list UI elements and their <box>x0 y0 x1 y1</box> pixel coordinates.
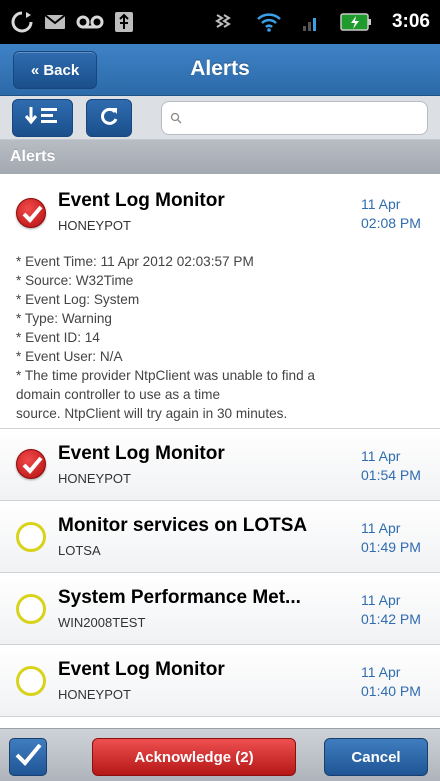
sync-icon <box>10 10 34 34</box>
signal-icon <box>302 12 320 32</box>
checked-icon[interactable] <box>16 449 46 479</box>
detail-line: * Event Log: System <box>16 292 140 307</box>
alert-source: HONEYPOT <box>58 687 131 702</box>
alert-time: 01:42 PM <box>361 611 421 627</box>
back-button[interactable]: « Back <box>13 51 97 89</box>
search-input[interactable] <box>186 103 427 133</box>
mail-icon <box>44 13 66 31</box>
alerts-screen: 3:06 Alerts « Back Alerts Event Log Moni… <box>0 0 440 781</box>
select-all-button[interactable] <box>9 738 47 776</box>
list-item[interactable]: Event Log Monitor HONEYPOT 11 Apr 01:40 … <box>0 645 440 717</box>
alert-date: 11 Apr <box>361 664 401 680</box>
alert-title: Event Log Monitor <box>58 190 225 211</box>
checked-icon[interactable] <box>16 198 46 228</box>
status-bar: 3:06 <box>0 0 440 44</box>
detail-line: domain controller to use as a time <box>16 387 221 402</box>
alert-date: 11 Apr <box>361 196 401 212</box>
vibrate-icon <box>214 11 236 33</box>
alert-source: LOTSA <box>58 543 101 558</box>
alert-source: HONEYPOT <box>58 471 131 486</box>
voicemail-icon <box>76 14 104 30</box>
detail-line: * Event User: N/A <box>16 349 123 364</box>
alert-time: 01:54 PM <box>361 467 421 483</box>
alert-title: System Performance Met... <box>58 587 301 608</box>
alert-list: Event Log Monitor HONEYPOT 11 Apr 02:08 … <box>0 174 440 728</box>
alert-title: Event Log Monitor <box>58 443 225 464</box>
bottom-action-bar: Acknowledge (2) Cancel <box>0 728 440 781</box>
list-item[interactable]: Event Log Monitor HONEYPOT 11 Apr 02:08 … <box>0 174 440 429</box>
wifi-icon <box>256 12 282 32</box>
detail-line: * Source: W32Time <box>16 273 134 288</box>
unchecked-circle-icon[interactable] <box>16 666 46 696</box>
toolbar <box>0 96 440 140</box>
alert-title: Monitor services on LOTSA <box>58 515 308 536</box>
battery-icon <box>340 12 372 32</box>
detail-line: * Type: Warning <box>16 311 112 326</box>
alert-source: WIN2008TEST <box>58 615 146 630</box>
checkmark-icon <box>13 742 43 772</box>
alert-time: 02:08 PM <box>361 215 421 231</box>
alert-date: 11 Apr <box>361 520 401 536</box>
refresh-button[interactable] <box>86 99 132 137</box>
detail-line: * The time provider NtpClient was unable… <box>16 368 315 383</box>
alert-title: Event Log Monitor <box>58 659 225 680</box>
usb-icon <box>114 11 134 33</box>
title-bar: Alerts « Back <box>0 44 440 96</box>
alert-date: 11 Apr <box>361 592 401 608</box>
unchecked-circle-icon[interactable] <box>16 594 46 624</box>
clock: 3:06 <box>391 11 430 32</box>
list-item[interactable]: Event Log Monitor HONEYPOT 11 Apr 01:54 … <box>0 429 440 501</box>
acknowledge-button[interactable]: Acknowledge (2) <box>92 738 296 776</box>
detail-line: source. NtpClient will try again in 30 m… <box>16 406 288 421</box>
detail-line: * Event Time: 11 Apr 2012 02:03:57 PM <box>16 254 254 269</box>
alert-details: * Event Time: 11 Apr 2012 02:03:57 PM * … <box>16 252 430 423</box>
detail-line: * Event ID: 14 <box>16 330 100 345</box>
alert-time: 01:49 PM <box>361 539 421 555</box>
sort-button[interactable] <box>12 99 73 137</box>
list-item[interactable]: System Performance Met... WIN2008TEST 11… <box>0 573 440 645</box>
sort-icon <box>24 105 61 131</box>
cancel-button[interactable]: Cancel <box>324 738 428 776</box>
unchecked-circle-icon[interactable] <box>16 522 46 552</box>
alert-source: HONEYPOT <box>58 218 131 233</box>
search-icon <box>170 109 182 128</box>
search-box[interactable] <box>161 101 428 135</box>
section-header: Alerts <box>0 140 440 174</box>
alert-time: 01:40 PM <box>361 683 421 699</box>
list-item[interactable]: Monitor services on LOTSA LOTSA 11 Apr 0… <box>0 501 440 573</box>
refresh-icon <box>98 105 120 131</box>
alert-date: 11 Apr <box>361 448 401 464</box>
